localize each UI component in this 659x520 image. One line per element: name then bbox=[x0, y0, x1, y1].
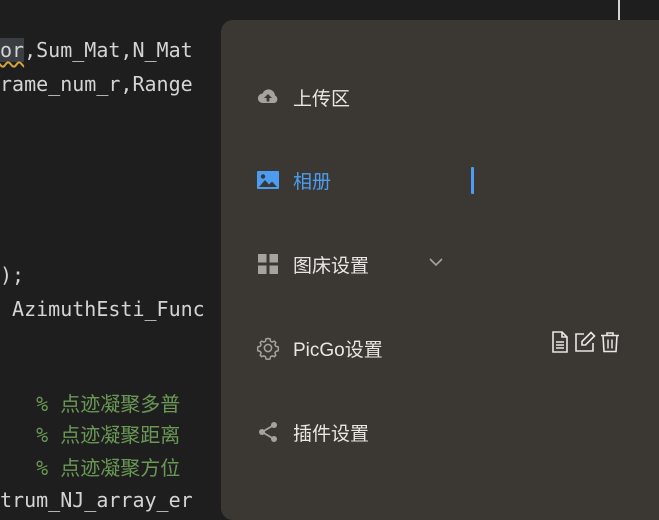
highlighted-token: or bbox=[0, 38, 25, 62]
share-icon bbox=[256, 420, 280, 444]
menu-item-label: PicGo设置 bbox=[293, 339, 383, 361]
menu-item-label: 相册 bbox=[293, 171, 332, 193]
code-line-3: ); bbox=[0, 263, 25, 287]
menu-item-upload[interactable]: 上传区 bbox=[221, 67, 659, 127]
code-line-5: % 点迹凝聚多普 bbox=[0, 392, 181, 416]
chevron-down-icon[interactable] bbox=[426, 252, 446, 272]
editor-cursor bbox=[618, 0, 620, 20]
trash-icon[interactable] bbox=[599, 330, 621, 354]
code-line-2: rame_num_r,Range bbox=[0, 72, 193, 96]
active-indicator bbox=[471, 167, 474, 194]
image-icon bbox=[256, 168, 280, 192]
menu-item-gallery[interactable]: 相册 bbox=[221, 150, 659, 210]
picgo-menu-panel: 上传区 相册 图床设置 PicGo设置 插件设置 bbox=[221, 20, 659, 520]
document-icon[interactable] bbox=[549, 330, 571, 354]
code-line-1: or,Sum_Mat,N_Mat bbox=[0, 38, 193, 62]
gallery-toolbar bbox=[549, 330, 621, 354]
code-line-7: % 点迹凝聚方位 bbox=[0, 456, 181, 480]
gear-icon bbox=[256, 336, 280, 360]
code-line-4: AzimuthEsti_Func bbox=[0, 297, 205, 321]
code-text: ,Sum_Mat,N_Mat bbox=[24, 38, 193, 62]
menu-item-label: 图床设置 bbox=[293, 255, 370, 277]
menu-item-label: 上传区 bbox=[293, 88, 351, 110]
cloud-upload-icon bbox=[256, 85, 280, 109]
code-line-6: % 点迹凝聚距离 bbox=[0, 423, 181, 447]
grid-icon bbox=[256, 252, 280, 276]
menu-item-plugin-settings[interactable]: 插件设置 bbox=[221, 402, 659, 462]
code-line-8: trum_NJ_array_er bbox=[0, 488, 193, 512]
edit-icon[interactable] bbox=[574, 330, 596, 354]
menu-item-label: 插件设置 bbox=[293, 423, 370, 445]
